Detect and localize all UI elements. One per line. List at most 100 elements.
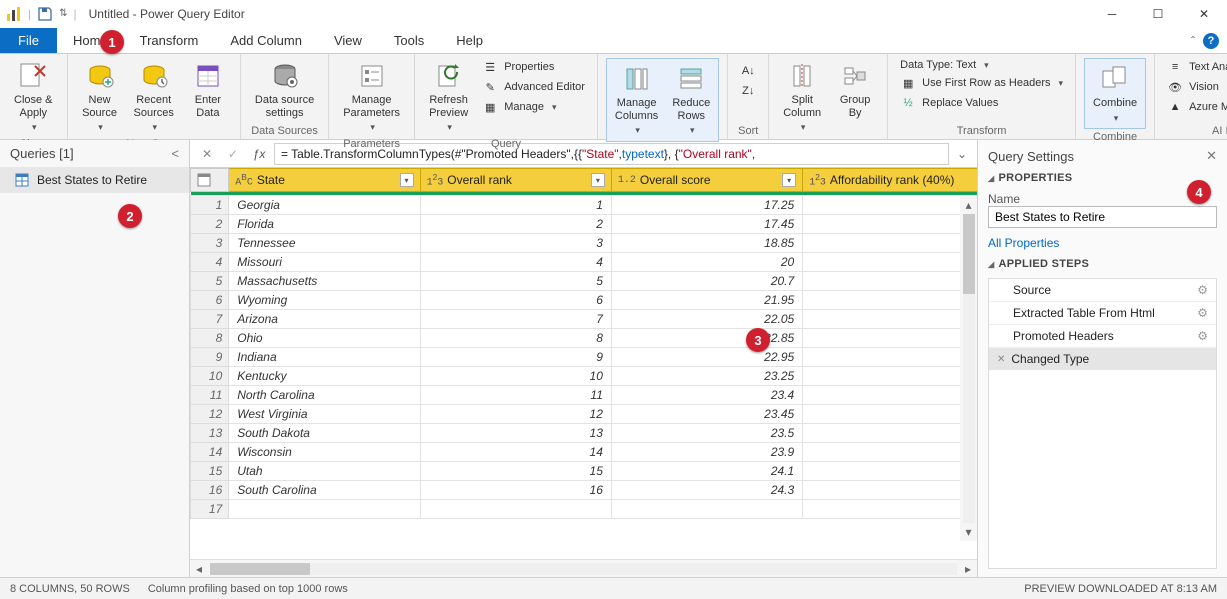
column-filter-icon[interactable]: ▾	[782, 173, 796, 187]
cell-score[interactable]: 23.5	[611, 424, 802, 443]
table-row[interactable]: 5Massachusetts520.742	[191, 272, 978, 291]
cell-score[interactable]: 24.1	[611, 462, 802, 481]
cell-state[interactable]: South Dakota	[229, 424, 420, 443]
step-gear-icon[interactable]: ⚙	[1197, 283, 1208, 297]
cell-state[interactable]: Wisconsin	[229, 443, 420, 462]
row-number-header[interactable]	[191, 169, 229, 192]
step-gear-icon[interactable]: ⚙	[1197, 329, 1208, 343]
cell-affordability[interactable]: 3	[803, 253, 977, 272]
new-source-button[interactable]: New Source	[76, 58, 124, 136]
table-row[interactable]: 3Tennessee318.851	[191, 234, 978, 253]
cell-score[interactable]: 20.7	[611, 272, 802, 291]
cell-state[interactable]: Wyoming	[229, 291, 420, 310]
table-row[interactable]: 7Arizona722.0516	[191, 310, 978, 329]
cell-rank[interactable]: 12	[420, 405, 611, 424]
cell-rank[interactable]: 11	[420, 386, 611, 405]
cell-state[interactable]: Utah	[229, 462, 420, 481]
cell-affordability[interactable]: 14	[803, 367, 977, 386]
first-row-headers-button[interactable]: ▦Use First Row as Headers	[896, 74, 1067, 92]
replace-values-button[interactable]: ½Replace Values	[896, 94, 1067, 112]
cell-rank[interactable]: 8	[420, 329, 611, 348]
refresh-preview-button[interactable]: Refresh Preview	[423, 58, 474, 136]
cell-affordability[interactable]: 3	[803, 196, 977, 215]
data-source-settings-button[interactable]: Data source settings	[249, 58, 320, 121]
cell-rank[interactable]	[420, 500, 611, 519]
manage-button[interactable]: ▦Manage	[478, 98, 589, 116]
cell-rank[interactable]: 14	[420, 443, 611, 462]
applied-step[interactable]: ✕Changed Type	[989, 347, 1216, 370]
cell-state[interactable]	[229, 500, 420, 519]
table-row[interactable]: 4Missouri4203	[191, 253, 978, 272]
all-properties-link[interactable]: All Properties	[988, 236, 1217, 250]
cell-affordability[interactable]: 30	[803, 443, 977, 462]
text-analytics-button[interactable]: ≡Text Analytics	[1163, 58, 1227, 76]
cell-score[interactable]: 20	[611, 253, 802, 272]
maximize-button[interactable]: ☐	[1135, 0, 1181, 28]
column-header-state[interactable]: ABCState▾	[229, 169, 420, 192]
cell-rank[interactable]: 16	[420, 481, 611, 500]
table-row[interactable]: 1Georgia117.253	[191, 196, 978, 215]
cell-state[interactable]: Missouri	[229, 253, 420, 272]
table-row[interactable]: 15Utah1524.126	[191, 462, 978, 481]
cell-score[interactable]: 21.95	[611, 291, 802, 310]
properties-button[interactable]: ☰Properties	[478, 58, 589, 76]
cell-affordability[interactable]: 18	[803, 424, 977, 443]
table-row[interactable]: 16South Carolina1624.39	[191, 481, 978, 500]
cell-score[interactable]: 23.9	[611, 443, 802, 462]
cell-state[interactable]: Kentucky	[229, 367, 420, 386]
cell-state[interactable]: Georgia	[229, 196, 420, 215]
cell-affordability[interactable]: 9	[803, 481, 977, 500]
table-row[interactable]: 17	[191, 500, 978, 519]
column-header-overall-rank[interactable]: 123Overall rank▾	[420, 169, 611, 192]
combine-button[interactable]: Combine	[1087, 61, 1143, 126]
cell-rank[interactable]: 10	[420, 367, 611, 386]
menu-add-column[interactable]: Add Column	[214, 28, 318, 53]
applied-step[interactable]: Extracted Table From Html⚙	[989, 301, 1216, 324]
cell-rank[interactable]: 2	[420, 215, 611, 234]
split-column-button[interactable]: Split Column	[777, 58, 827, 136]
cell-score[interactable]: 23.4	[611, 386, 802, 405]
cell-score[interactable]: 17.45	[611, 215, 802, 234]
column-filter-icon[interactable]: ▾	[400, 173, 414, 187]
manage-parameters-button[interactable]: Manage Parameters	[337, 58, 406, 136]
table-row[interactable]: 2Florida217.4514	[191, 215, 978, 234]
cell-rank[interactable]: 9	[420, 348, 611, 367]
data-type-button[interactable]: Data Type: Text	[896, 58, 1067, 72]
cell-rank[interactable]: 1	[420, 196, 611, 215]
menu-transform[interactable]: Transform	[124, 28, 215, 53]
cell-rank[interactable]: 4	[420, 253, 611, 272]
collapse-queries-icon[interactable]: <	[171, 146, 179, 161]
table-row[interactable]: 6Wyoming621.9517	[191, 291, 978, 310]
cell-score[interactable]: 22.95	[611, 348, 802, 367]
ribbon-collapse-icon[interactable]: ˆ	[1191, 34, 1195, 48]
close-button[interactable]: ✕	[1181, 0, 1227, 28]
help-icon[interactable]: ?	[1203, 33, 1219, 49]
cell-score[interactable]: 24.3	[611, 481, 802, 500]
reduce-rows-button[interactable]: Reduce Rows	[666, 61, 716, 139]
cell-state[interactable]: Florida	[229, 215, 420, 234]
column-filter-icon[interactable]: ▾	[591, 173, 605, 187]
cell-score[interactable]: 18.85	[611, 234, 802, 253]
column-header-overall-score[interactable]: 1.2Overall score▾	[611, 169, 802, 192]
group-by-button[interactable]: Group By	[831, 58, 879, 121]
qat-expand-icon[interactable]: ⇅	[59, 8, 67, 19]
table-row[interactable]: 9Indiana922.957	[191, 348, 978, 367]
cell-state[interactable]: Tennessee	[229, 234, 420, 253]
cell-rank[interactable]: 7	[420, 310, 611, 329]
minimize-button[interactable]: ─	[1089, 0, 1135, 28]
cell-state[interactable]: Indiana	[229, 348, 420, 367]
cell-state[interactable]: South Carolina	[229, 481, 420, 500]
query-name-input[interactable]	[988, 206, 1217, 228]
cell-rank[interactable]: 3	[420, 234, 611, 253]
close-settings-icon[interactable]: ✕	[1206, 148, 1217, 164]
cell-rank[interactable]: 5	[420, 272, 611, 291]
query-item[interactable]: Best States to Retire	[0, 167, 189, 193]
cell-affordability[interactable]: 42	[803, 272, 977, 291]
cell-affordability[interactable]: 19	[803, 329, 977, 348]
azure-ml-button[interactable]: ▲Azure Machine Learning	[1163, 98, 1227, 116]
cell-state[interactable]: Arizona	[229, 310, 420, 329]
table-row[interactable]: 11North Carolina1123.411	[191, 386, 978, 405]
cell-score[interactable]: 17.25	[611, 196, 802, 215]
menu-view[interactable]: View	[318, 28, 378, 53]
formula-expand-icon[interactable]: ⌄	[953, 143, 971, 165]
